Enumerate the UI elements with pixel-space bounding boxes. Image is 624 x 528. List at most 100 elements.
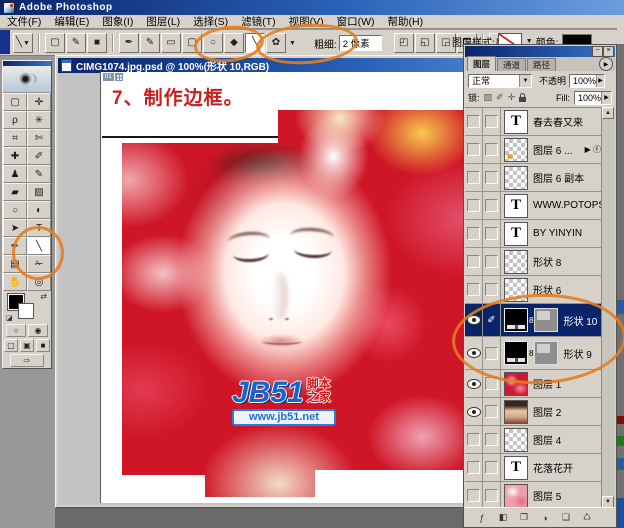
layer-name[interactable]: 形状 8 [533,254,604,269]
ellipse-tool-button[interactable]: ○ [203,33,223,53]
delete-layer-button[interactable]: ♺ [578,511,596,524]
link-activity-cell[interactable]: ✐ [483,304,501,336]
lock-transparency-icon[interactable]: ▨ [484,92,493,103]
line-tool[interactable]: ╲ [27,237,51,255]
panel-close-button[interactable]: × [603,46,614,57]
layer-row-11[interactable]: 图层 4 [465,426,604,454]
layer-name[interactable]: 图层 2 [533,404,604,419]
text-layer-thumbnail[interactable]: T [504,455,528,480]
layer-row-10[interactable]: 图层 2 [465,398,604,426]
brush-tool[interactable]: ✐ [27,147,51,165]
tab-layers[interactable]: 图层 [467,56,497,71]
dodge-tool[interactable]: ◐ [27,201,51,219]
menu-item-7[interactable]: 窗口(W) [337,14,375,29]
layer-thumbnail[interactable] [504,249,528,274]
visibility-toggle[interactable] [465,482,483,508]
layer-row-9[interactable]: 图层 1 [465,370,604,398]
hand-tool[interactable]: ✋ [3,273,27,291]
link-activity-cell[interactable] [483,276,501,303]
link-activity-cell[interactable] [483,192,501,219]
layer-name[interactable]: WWW.POTOPS.C... [533,200,604,211]
history-brush-tool[interactable]: ✎ [27,165,51,183]
menu-item-6[interactable]: 视图(V) [289,14,324,29]
layer-thumbnail[interactable] [504,165,528,190]
notes-tool[interactable]: ▤ [3,255,27,273]
vector-mask-thumbnail[interactable] [534,308,559,332]
combine-add-button[interactable]: ◰ [393,33,414,53]
layer-name[interactable]: 形状 10 [563,313,604,328]
fill-input[interactable]: 100% ▶ [574,90,612,105]
shape-layers-button[interactable]: ▢ [45,33,65,53]
freeform-pen-button[interactable]: ✎ [140,33,160,53]
link-activity-cell[interactable] [483,426,501,453]
path-select-tool[interactable]: ➤ [3,219,27,237]
polygon-tool-button[interactable]: ◆ [224,33,244,53]
blur-tool[interactable]: ○ [3,201,27,219]
rect-marquee-tool[interactable]: ▢ [3,93,27,111]
slice-tool[interactable]: ✄ [27,129,51,147]
link-activity-cell[interactable] [483,136,501,163]
visibility-toggle[interactable] [465,164,483,191]
pen-tool-button[interactable]: ✒ [119,33,139,53]
menu-item-0[interactable]: 文件(F) [7,14,41,29]
tab-channels[interactable]: 通道 [497,58,527,71]
menu-item-2[interactable]: 图象(I) [102,14,133,29]
lock-all-icon[interactable] [519,92,527,102]
new-set-button[interactable]: ❐ [515,511,533,524]
layer-name[interactable]: 形状 9 [563,346,604,361]
gradient-tool[interactable]: ▨ [27,183,51,201]
link-activity-cell[interactable] [483,164,501,191]
default-colors-icon[interactable]: ◪ [6,314,13,322]
layer-name[interactable]: 图层 6 ... [533,142,585,157]
layer-thumbnail[interactable] [504,427,528,452]
pen-tool[interactable]: ✒ [3,237,27,255]
rectangle-tool-button[interactable]: ▭ [161,33,181,53]
custom-shape-button[interactable]: ✿ [266,33,286,53]
layer-row-7[interactable]: ✐ 8 形状 10 [465,304,604,337]
tab-paths[interactable]: 路径 [527,58,557,71]
layer-style-button[interactable]: ƒ [473,511,491,524]
lasso-tool[interactable]: ρ [3,111,27,129]
layer-thumbnail[interactable] [504,277,528,302]
fullscreen-menu-button[interactable]: ▣ [20,339,34,352]
menu-item-4[interactable]: 选择(S) [193,14,228,29]
layer-name[interactable]: 图层 1 [533,376,604,391]
line-tool-button[interactable]: ╲ [245,33,265,53]
link-activity-cell[interactable] [483,370,501,397]
menu-item-1[interactable]: 编辑(E) [54,14,89,29]
visibility-toggle[interactable] [465,192,483,219]
text-layer-thumbnail[interactable]: T [504,193,528,218]
visibility-toggle[interactable] [465,304,483,336]
visibility-toggle[interactable] [465,370,483,397]
layer-name[interactable]: BY YINYIN [533,228,604,239]
layer-thumbnail[interactable] [504,137,528,162]
new-layer-button[interactable]: ❏ [557,511,575,524]
clone-stamp-tool[interactable]: ♟ [3,165,27,183]
quickmask-mode-button[interactable]: ◉ [28,324,48,337]
layer-row-5[interactable]: 形状 8 [465,248,604,276]
visibility-toggle[interactable] [465,136,483,163]
standard-screen-button[interactable]: ▢ [4,339,18,352]
visibility-toggle[interactable] [465,337,483,369]
zoom-tool[interactable]: ◎ [27,273,51,291]
swap-colors-icon[interactable]: ⇄ [40,292,47,301]
layer-name[interactable]: 图层 5 [533,488,604,503]
opacity-input[interactable]: 100% ▶ [569,73,606,88]
line-weight-input[interactable] [338,35,382,51]
menu-item-8[interactable]: 帮助(H) [388,14,424,29]
visibility-toggle[interactable] [465,220,483,247]
background-color-swatch[interactable] [18,303,34,319]
fill-color-thumbnail[interactable] [504,341,528,365]
blend-mode-select[interactable]: 正常 ▼ [468,73,532,88]
combine-subtract-button[interactable]: ◱ [414,33,435,53]
layers-scrollbar[interactable]: ▲ ▼ [601,107,615,508]
rounded-rect-tool-button[interactable]: ▢ [182,33,202,53]
visibility-toggle[interactable] [465,248,483,275]
visibility-toggle[interactable] [465,426,483,453]
menu-item-3[interactable]: 图层(L) [146,14,180,29]
type-tool[interactable]: T [27,219,51,237]
layer-name[interactable]: 形状 6 [533,282,604,297]
standard-mode-button[interactable]: ○ [6,324,26,337]
link-activity-cell[interactable] [483,220,501,247]
link-activity-cell[interactable] [483,398,501,425]
